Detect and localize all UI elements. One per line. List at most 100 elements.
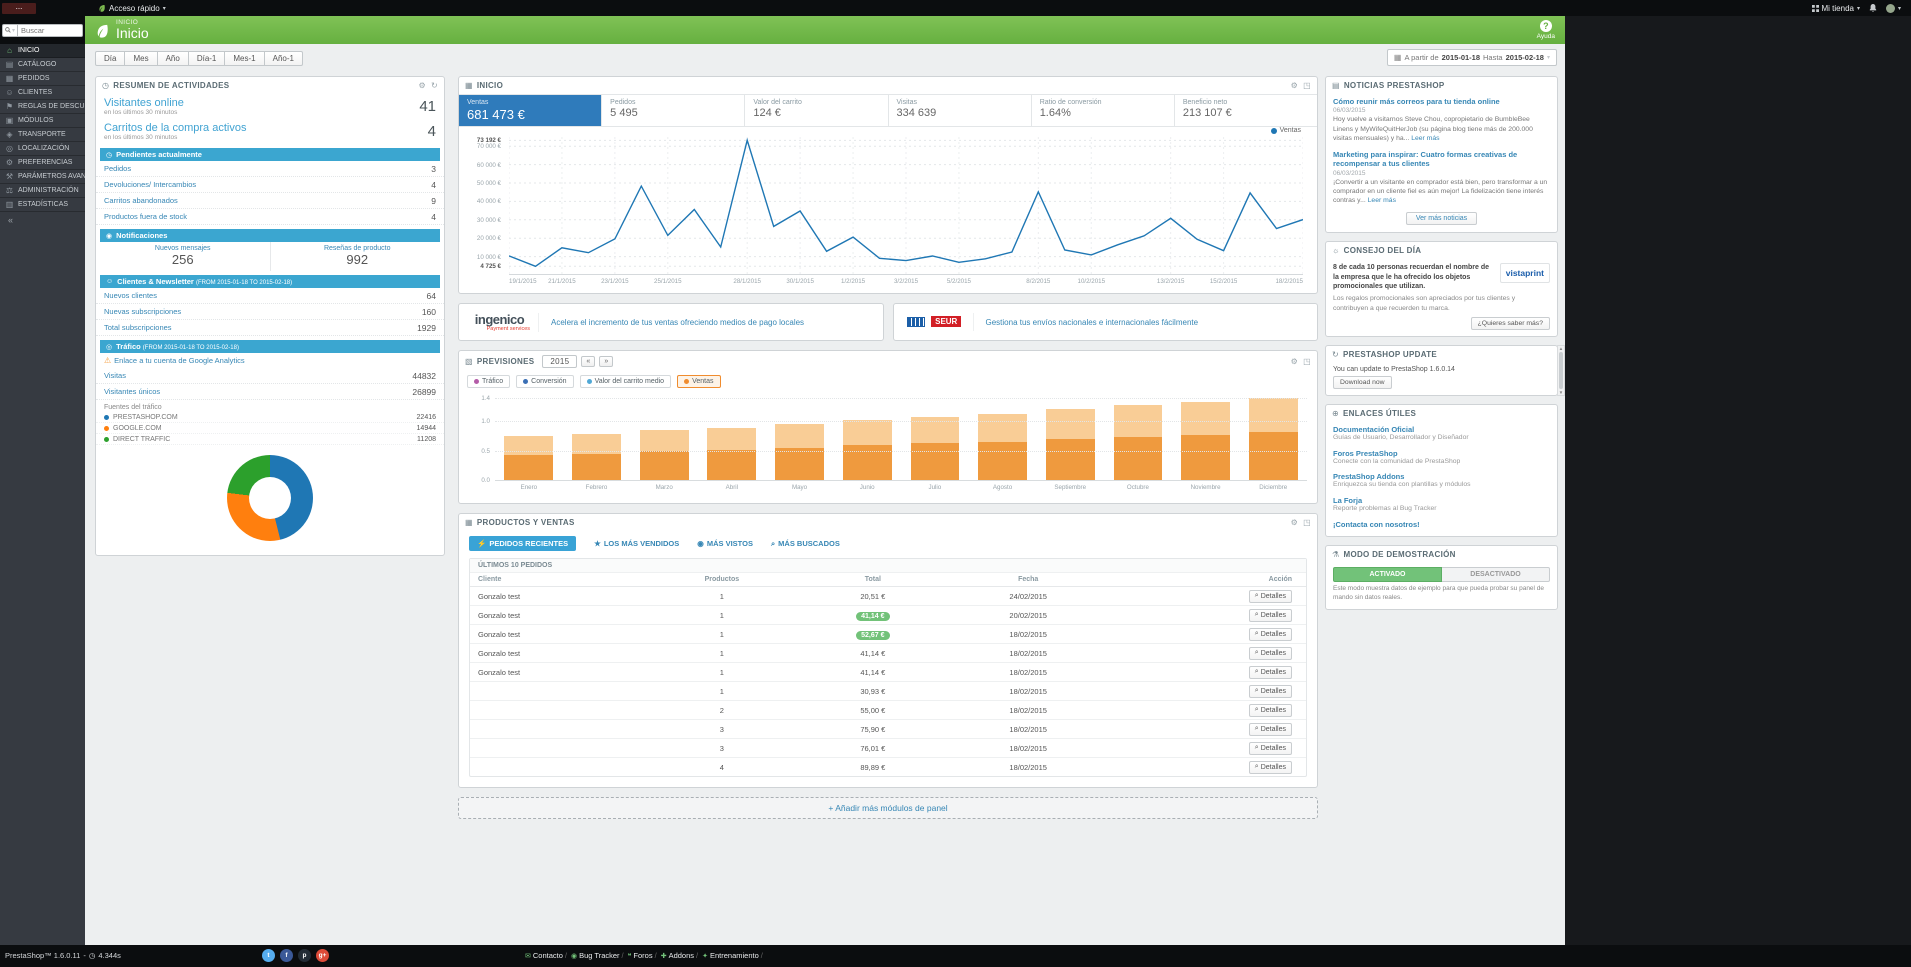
refresh-icon[interactable]: ↻ [431,81,438,90]
expand-icon[interactable]: ◳ [1303,357,1311,366]
products-tab[interactable]: ◉ MÁS VISTOS [697,539,753,548]
sidebar-item[interactable]: ⚒ PARÁMETROS AVANZADOS [0,170,85,184]
products-tab[interactable]: ⚡ PEDIDOS RECIENTES [469,536,577,551]
social-icon[interactable]: f [280,949,293,962]
range-button[interactable]: Año [156,51,189,66]
kpi-tile[interactable]: Visitas 334 639 [889,95,1032,126]
details-button[interactable]: ⌕ Detalles [1248,722,1292,736]
social-icon[interactable]: p [298,949,311,962]
sidebar-item[interactable]: ☺ CLIENTES [0,86,85,100]
online-visitors-link[interactable]: Visitantes online [104,97,184,109]
ingenico-banner[interactable]: ingenico Payment services Acelera el inc… [458,303,884,341]
footer-link[interactable]: ◉ Bug Tracker / [571,951,624,960]
sidebar-item[interactable]: ⚖ ADMINISTRACIÓN [0,184,85,198]
shop-menu[interactable]: Mi tienda ▾ [1811,4,1860,13]
demo-on-button[interactable]: ACTIVADO [1333,567,1442,583]
ingenico-banner-text[interactable]: Acelera el incremento de tus ventas ofre… [551,318,804,327]
employee-menu[interactable]: ▾ [1885,3,1901,13]
pending-row[interactable]: Pedidos 3 [96,161,444,177]
demo-off-button[interactable]: DESACTIVADO [1442,567,1550,583]
range-button[interactable]: Mes [124,51,158,66]
help-button[interactable]: ? Ayuda [1537,20,1555,40]
scrollbar-thumb[interactable] [1559,352,1563,389]
year-selector[interactable]: 2015 [542,355,578,368]
scrollbar[interactable]: ▲ ▼ [1557,345,1565,396]
range-button[interactable]: Día-1 [187,51,226,66]
expand-icon[interactable]: ◳ [1303,81,1311,90]
bell-icon[interactable] [1869,4,1877,12]
range-button[interactable]: Mes-1 [224,51,265,66]
seur-banner[interactable]: SEUR Gestiona tus envíos nacionales e in… [892,303,1318,341]
sidebar-item[interactable]: ⚑ REGLAS DE DESCUENTOS [0,100,85,114]
range-button[interactable]: Año-1 [263,51,303,66]
details-button[interactable]: ⌕ Detalles [1248,646,1292,660]
useful-link[interactable]: Documentación Oficial [1333,425,1550,434]
useful-link[interactable]: PrestaShop Addons [1333,472,1550,481]
sidebar-item[interactable]: ⌂ INICIO [0,44,85,58]
kpi-tile[interactable]: Ratio de conversión 1.64% [1032,95,1175,126]
expand-icon[interactable]: ◳ [1303,518,1311,527]
sidebar-item[interactable]: ▤ CATÁLOGO [0,58,85,72]
news-headline-link[interactable]: Cómo reunir más correos para tu tienda o… [1333,97,1550,106]
kpi-tile[interactable]: Beneficio neto 213 107 € [1175,95,1317,126]
traffic-row[interactable]: Visitantes únicos 26899 [96,384,444,400]
sidebar-item[interactable]: ▥ ESTADÍSTICAS [0,198,85,212]
details-button[interactable]: ⌕ Detalles [1248,665,1292,679]
add-dashboard-module-button[interactable]: + Añadir más módulos de panel [458,797,1318,819]
seur-banner-text[interactable]: Gestiona tus envíos nacionales e interna… [986,318,1199,327]
details-button[interactable]: ⌕ Detalles [1248,684,1292,698]
scroll-up-icon[interactable]: ▲ [1559,346,1563,351]
year-prev-button[interactable]: « [581,356,596,367]
social-icon[interactable]: g+ [316,949,329,962]
kpi-tile[interactable]: Pedidos 5 495 [602,95,746,126]
news-headline-link[interactable]: Marketing para inspirar: Cuatro formas c… [1333,150,1550,169]
more-news-button[interactable]: Ver más noticias [1405,212,1478,226]
analytics-link-row[interactable]: ⚠ Enlace a tu cuenta de Google Analytics [96,353,444,368]
read-more-link[interactable]: Leer más [1411,135,1439,142]
sidebar-item[interactable]: ▣ MÓDULOS [0,114,85,128]
metric-toggle-button[interactable]: Tráfico [467,375,511,388]
pending-row[interactable]: Productos fuera de stock 4 [96,209,444,225]
sidebar-collapse-button[interactable]: « [0,212,85,228]
details-button[interactable]: ⌕ Detalles [1248,703,1292,717]
notification-cell[interactable]: Reseñas de producto 992 [269,242,445,271]
social-icon[interactable]: t [262,949,275,962]
year-next-button[interactable]: » [599,356,614,367]
footer-link[interactable]: ✚ Addons / [661,951,698,960]
metric-toggle-button[interactable]: Ventas [677,375,721,388]
gear-icon[interactable]: ⚙ [1291,518,1298,527]
details-button[interactable]: ⌕ Detalles [1248,608,1292,622]
metric-toggle-button[interactable]: Valor del carrito medio [579,375,672,388]
notification-cell[interactable]: Nuevos mensajes 256 [96,242,270,271]
read-more-link[interactable]: Leer más [1368,197,1396,204]
sidebar-item[interactable]: ▦ PEDIDOS [0,72,85,86]
gear-icon[interactable]: ⚙ [1291,357,1298,366]
active-carts-link[interactable]: Carritos de la compra activos [104,122,246,134]
sidebar-item[interactable]: ⚙ PREFERENCIAS [0,156,85,170]
metric-toggle-button[interactable]: Conversión [516,375,574,388]
customers-row[interactable]: Nuevos clientes 64 [96,288,444,304]
products-tab[interactable]: ⌕ MÁS BUSCADOS [771,539,840,549]
scroll-down-icon[interactable]: ▼ [1559,390,1563,395]
useful-link[interactable]: La Forja [1333,496,1550,505]
sidebar-item[interactable]: ◈ TRANSPORTE [0,128,85,142]
footer-link[interactable]: ✉ Contacto / [525,951,567,960]
useful-link[interactable]: Foros PrestaShop [1333,449,1550,458]
kpi-tile[interactable]: Ventas 681 473 € [459,95,603,126]
customers-row[interactable]: Nuevas subscripciones 160 [96,304,444,320]
kpi-tile[interactable]: Valor del carrito 124 € [745,95,889,126]
details-button[interactable]: ⌕ Detalles [1248,589,1292,603]
range-button[interactable]: Día [95,51,126,66]
customers-row[interactable]: Total subscripciones 1929 [96,320,444,336]
pending-row[interactable]: Devoluciones/ Intercambios 4 [96,177,444,193]
search-scope-dropdown[interactable]: ▾ [2,23,19,37]
pending-row[interactable]: Carritos abandonados 9 [96,193,444,209]
products-tab[interactable]: ★ LOS MÁS VENDIDOS [594,539,679,548]
quick-access-menu[interactable]: Acceso rápido ▾ [98,4,166,13]
sidebar-item[interactable]: ◎ LOCALIZACIÓN [0,142,85,156]
footer-link[interactable]: ❝ Foros / [628,951,657,960]
search-input[interactable] [18,23,83,37]
traffic-row[interactable]: Visitas 44832 [96,368,444,384]
download-now-button[interactable]: Download now [1333,375,1392,389]
details-button[interactable]: ⌕ Detalles [1248,760,1292,774]
